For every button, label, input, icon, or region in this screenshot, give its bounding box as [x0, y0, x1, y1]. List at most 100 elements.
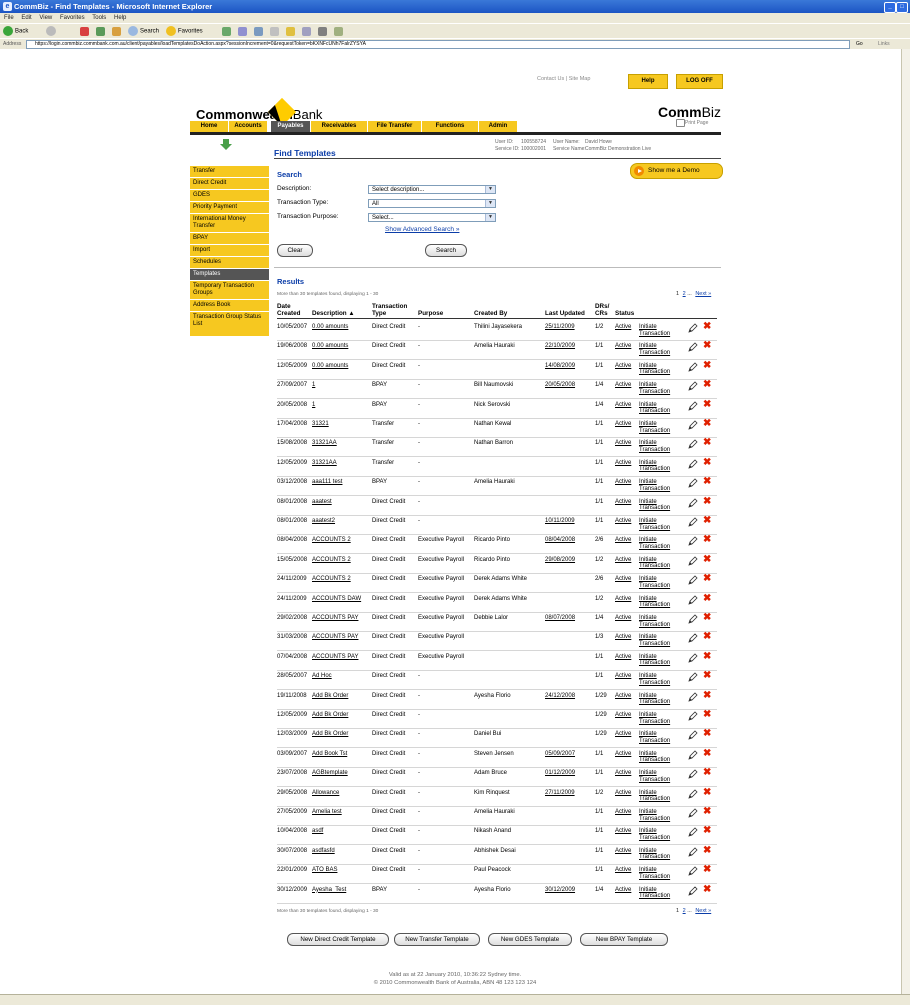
nav-accounts[interactable]: Accounts [229, 121, 267, 132]
cell-description-link[interactable]: ATO BAS [312, 867, 364, 874]
initiate-transaction-link[interactable]: Initiate Transaction [639, 576, 679, 589]
cell-status-link[interactable]: Active [615, 537, 631, 544]
initiate-transaction-link[interactable]: Initiate Transaction [639, 557, 679, 570]
new-bpay-template-button[interactable]: New BPAY Template [580, 933, 668, 946]
transaction-type-select[interactable]: All ▼ [368, 199, 496, 208]
sidebar-item-bpay[interactable]: BPAY [190, 233, 269, 245]
cell-description-link[interactable]: asdf [312, 828, 364, 835]
delete-icon[interactable]: ✖ [703, 457, 713, 468]
sidebar-item-address-book[interactable]: Address Book [190, 300, 269, 312]
cell-status-link[interactable]: Active [615, 576, 631, 583]
cell-last-updated-link[interactable]: 29/08/2009 [545, 557, 575, 564]
cell-status-link[interactable]: Active [615, 324, 631, 331]
page-2-link[interactable]: 2 [683, 291, 686, 297]
nav-payables[interactable]: Payables [271, 121, 310, 132]
cell-description-link[interactable]: Add Bk Order [312, 693, 364, 700]
col-last-updated[interactable]: Last Updated [545, 310, 585, 318]
history-icon[interactable] [222, 27, 231, 36]
cell-status-link[interactable]: Active [615, 382, 631, 389]
delete-icon[interactable]: ✖ [703, 845, 713, 856]
delete-icon[interactable]: ✖ [703, 613, 713, 623]
initiate-transaction-link[interactable]: Initiate Transaction [639, 809, 679, 822]
cell-description-link[interactable]: Ayesha_Test [312, 887, 364, 894]
cell-last-updated-link[interactable]: 08/07/2008 [545, 615, 575, 622]
print-page-link[interactable]: Print Page [685, 120, 708, 126]
minimize-icon[interactable]: _ [884, 2, 896, 13]
cell-status-link[interactable]: Active [615, 479, 631, 486]
cell-status-link[interactable]: Active [615, 809, 631, 816]
edit-pencil-icon[interactable] [688, 808, 698, 818]
cell-status-link[interactable]: Active [615, 402, 631, 409]
initiate-transaction-link[interactable]: Initiate Transaction [639, 751, 679, 764]
home-icon[interactable] [112, 27, 121, 36]
edit-pencil-icon[interactable] [688, 730, 698, 741]
cell-last-updated-link[interactable]: 20/05/2008 [545, 382, 575, 389]
cell-description-link[interactable]: AGBtemplate [312, 770, 364, 777]
delete-icon[interactable]: ✖ [703, 710, 713, 720]
edit-pencil-icon[interactable] [688, 556, 698, 566]
cell-description-link[interactable]: Add Bk Order [312, 731, 364, 738]
col-purpose[interactable]: Purpose [418, 310, 443, 318]
delete-icon[interactable]: ✖ [703, 768, 713, 778]
delete-icon[interactable]: ✖ [703, 516, 713, 526]
cell-last-updated-link[interactable]: 24/12/2008 [545, 693, 575, 700]
initiate-transaction-link[interactable]: Initiate Transaction [639, 421, 679, 434]
cell-status-link[interactable]: Active [615, 654, 631, 661]
edit-pencil-icon[interactable] [688, 498, 698, 508]
menu-tools[interactable]: Tools [92, 15, 106, 21]
sidebar-item-schedules[interactable]: Schedules [190, 257, 269, 269]
edit-pencil-icon[interactable] [688, 827, 698, 838]
nav-file-transfer[interactable]: File Transfer [368, 121, 421, 132]
next-page-link[interactable]: Next » [695, 908, 711, 914]
delete-icon[interactable]: ✖ [703, 884, 713, 895]
sidebar-item-templates[interactable]: Templates [190, 269, 269, 281]
edit-icon[interactable] [270, 27, 279, 36]
edit-pencil-icon[interactable] [688, 653, 698, 663]
edit-pencil-icon[interactable] [688, 323, 698, 333]
edit-pencil-icon[interactable] [688, 692, 698, 702]
description-select[interactable]: Select description... ▼ [368, 185, 496, 194]
delete-icon[interactable]: ✖ [703, 748, 713, 759]
cell-last-updated-link[interactable]: 10/11/2009 [545, 518, 575, 525]
sidebar-item-priority-payment[interactable]: Priority Payment [190, 202, 269, 214]
initiate-transaction-link[interactable]: Initiate Transaction [639, 324, 679, 337]
cell-last-updated-link[interactable]: 27/11/2009 [545, 790, 575, 797]
edit-pencil-icon[interactable] [688, 401, 698, 411]
delete-icon[interactable]: ✖ [703, 729, 713, 739]
initiate-transaction-link[interactable]: Initiate Transaction [639, 673, 679, 686]
initiate-transaction-link[interactable]: Initiate Transaction [639, 343, 679, 356]
stop-icon[interactable] [80, 27, 89, 36]
cell-status-link[interactable]: Active [615, 499, 631, 506]
edit-pencil-icon[interactable] [688, 595, 698, 605]
search-button[interactable]: Search [128, 26, 159, 37]
cell-status-link[interactable]: Active [615, 518, 631, 525]
site-map-link[interactable]: Site Map [569, 76, 591, 82]
initiate-transaction-link[interactable]: Initiate Transaction [639, 848, 679, 861]
col-created-by[interactable]: Created By [474, 310, 507, 318]
nav-admin[interactable]: Admin [479, 121, 517, 132]
sidebar-item-transfer[interactable]: Transfer [190, 166, 269, 178]
cell-status-link[interactable]: Active [615, 751, 631, 758]
col-description[interactable]: Description ▲ [312, 310, 355, 318]
log-off-button[interactable]: LOG OFF [676, 74, 723, 89]
edit-pencil-icon[interactable] [688, 750, 698, 760]
tools-icon[interactable] [334, 27, 343, 36]
edit-pencil-icon[interactable] [688, 789, 698, 799]
cell-last-updated-link[interactable]: 22/10/2009 [545, 343, 575, 350]
cell-status-link[interactable]: Active [615, 421, 631, 428]
sidebar-item-gdes[interactable]: GDES [190, 190, 269, 202]
cell-last-updated-link[interactable]: 01/12/2009 [545, 770, 575, 777]
new-direct-credit-template-button[interactable]: New Direct Credit Template [287, 933, 389, 946]
delete-icon[interactable]: ✖ [703, 865, 713, 875]
delete-icon[interactable]: ✖ [703, 690, 713, 701]
delete-icon[interactable]: ✖ [703, 554, 713, 565]
new-gdes-template-button[interactable]: New GDES Template [488, 933, 572, 946]
cell-description-link[interactable]: Ad Hoc [312, 673, 364, 680]
cell-last-updated-link[interactable]: 30/12/2009 [545, 887, 575, 894]
cell-description-link[interactable]: 31321AA [312, 440, 364, 447]
help-button[interactable]: Help [628, 74, 668, 89]
cell-description-link[interactable]: 1 [312, 402, 364, 409]
delete-icon[interactable]: ✖ [703, 787, 713, 798]
messenger-icon[interactable] [302, 27, 311, 36]
cell-description-link[interactable]: 0.00 amounts [312, 363, 364, 370]
